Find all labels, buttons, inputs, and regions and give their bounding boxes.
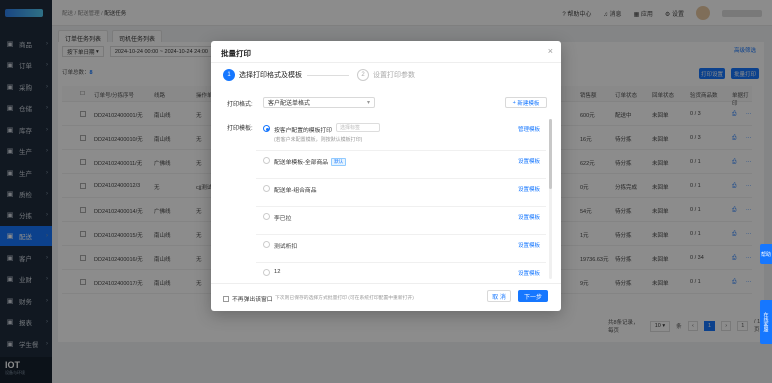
template-option[interactable]: 按客户配置的模板打印 选择标签 (若客户未配置模板，则按默认模板打印) 管理模板 (256, 119, 546, 151)
default-badge: 默认 (331, 158, 347, 167)
template-radio[interactable] (263, 185, 270, 192)
template-option[interactable]: 李已拉 设置模板 (256, 207, 546, 235)
template-radio[interactable] (263, 269, 270, 276)
next-step-button[interactable]: 下一步 (518, 290, 548, 302)
template-option[interactable]: 12 设置模板 (256, 263, 546, 279)
batch-print-dialog: 批量打印 × 1 选择打印格式及模板 2 设置打印参数 打印格式: 客户配送单格式 ▾… (211, 41, 561, 311)
template-radio[interactable] (263, 213, 270, 220)
template-radio[interactable] (263, 157, 270, 164)
help-float-button[interactable]: 帮助 (760, 244, 772, 264)
template-name: 按客户配置的模板打印 (274, 128, 332, 134)
template-action-link[interactable]: 设置模板 (518, 157, 540, 165)
template-option[interactable]: 测试析扣 设置模板 (256, 235, 546, 263)
tag-select[interactable]: 选择标签 (336, 123, 380, 132)
template-name: 配送单模板-全部商品 默认 (274, 157, 347, 167)
step-2: 2 设置打印参数 (357, 69, 415, 81)
template-option[interactable]: 配送单-组合商品 设置模板 (256, 179, 546, 207)
format-label: 打印格式: (227, 102, 253, 108)
template-name: 12 (274, 269, 281, 275)
dont-show-checkbox[interactable]: 不再弹出该窗口 (223, 294, 273, 303)
template-scrollbar[interactable] (549, 119, 552, 279)
format-select[interactable]: 客户配送单格式 ▾ (263, 97, 375, 108)
template-action-link[interactable]: 设置模板 (518, 241, 540, 249)
template-action-link[interactable]: 设置模板 (518, 269, 540, 277)
online-service-button[interactable]: 在线客服 (760, 300, 772, 344)
template-name: 李已拉 (274, 216, 292, 222)
template-action-link[interactable]: 设置模板 (518, 185, 540, 193)
template-name: 测试析扣 (274, 244, 298, 250)
template-radio[interactable] (263, 241, 270, 248)
footer-hint: 下次则已保存的选择方式批量打印 (可在系统打印配置中重新打开) (275, 296, 414, 301)
template-option[interactable]: 配送单模板-全部商品 默认 设置模板 (256, 151, 546, 179)
template-list: 按客户配置的模板打印 选择标签 (若客户未配置模板，则按默认模板打印) 管理模板配送单… (256, 119, 553, 279)
template-radio[interactable] (263, 125, 270, 132)
template-action-link[interactable]: 管理模板 (518, 125, 540, 133)
dialog-title: 批量打印 (221, 49, 251, 58)
template-name: 配送单-组合商品 (274, 188, 317, 194)
template-action-link[interactable]: 设置模板 (518, 213, 540, 221)
template-label: 打印模板: (227, 126, 253, 132)
template-hint: (若客户未配置模板，则按默认模板打印) (274, 137, 363, 143)
close-icon[interactable]: × (548, 46, 553, 56)
step-1: 1 选择打印格式及模板 (223, 69, 302, 81)
cancel-button[interactable]: 取 消 (487, 290, 511, 302)
chevron-down-icon: ▾ (366, 100, 370, 106)
new-template-button[interactable]: + 新建模板 (505, 97, 547, 108)
